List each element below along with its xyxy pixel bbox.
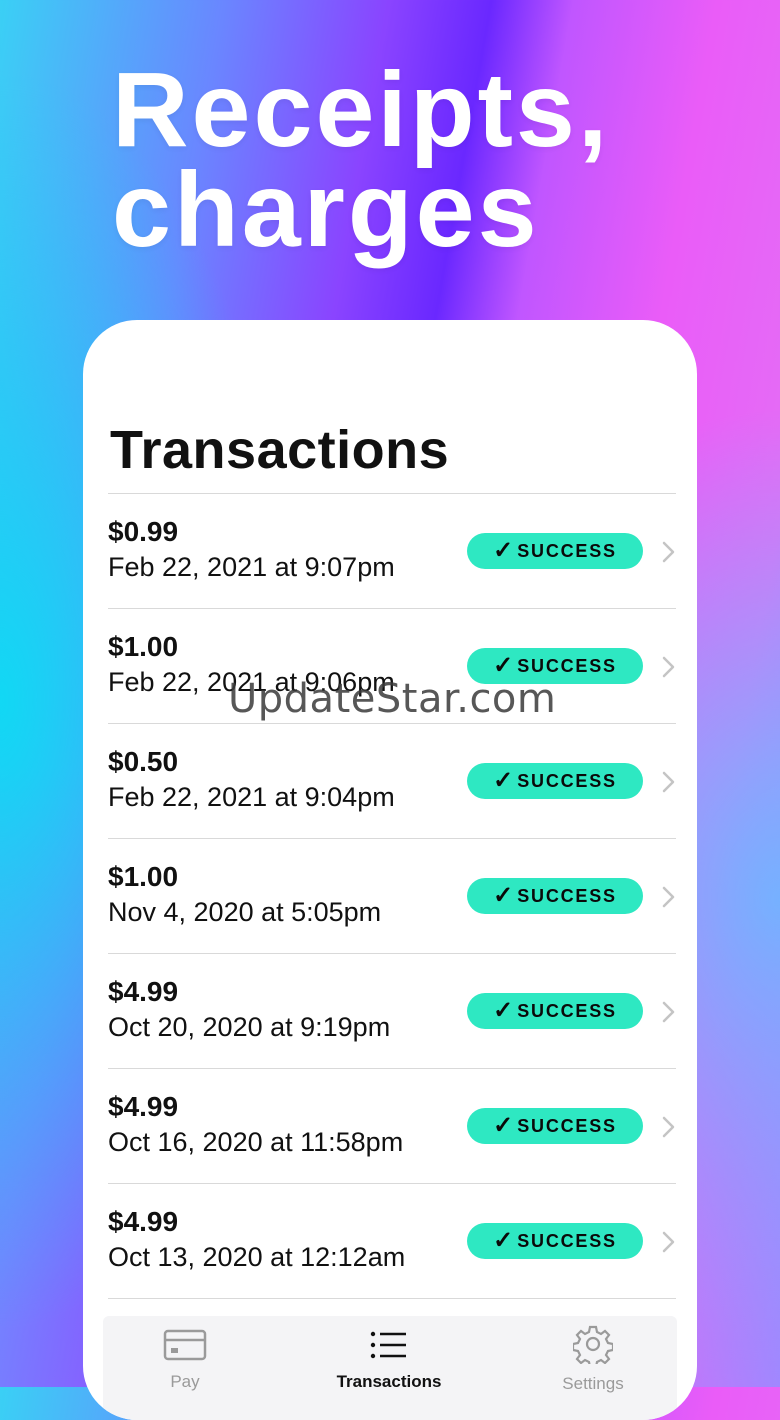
phone-screen-card: Transactions $0.99 Feb 22, 2021 at 9:07p… bbox=[83, 320, 697, 1420]
transaction-amount: $4.99 bbox=[108, 1091, 179, 1122]
transaction-amount: $4.99 bbox=[108, 976, 179, 1007]
transaction-amount: $1.00 bbox=[108, 631, 179, 662]
tab-label: Settings bbox=[562, 1374, 624, 1393]
checkmark-icon: ✓ bbox=[493, 1112, 514, 1139]
list-icon bbox=[370, 1331, 406, 1359]
checkmark-icon: ✓ bbox=[493, 997, 514, 1024]
status-label: SUCCESS bbox=[517, 885, 617, 906]
chevron-right-icon bbox=[662, 541, 675, 563]
transaction-amount: $0.50 bbox=[108, 746, 179, 777]
credit-card-icon bbox=[163, 1329, 207, 1361]
status-label: SUCCESS bbox=[517, 1115, 617, 1136]
status-badge: ✓ SUCCESS bbox=[467, 993, 643, 1029]
chevron-right-icon bbox=[662, 1116, 675, 1138]
bottom-tab-bar: Pay Transactions Settings bbox=[103, 1316, 677, 1420]
status-badge: ✓ SUCCESS bbox=[467, 1108, 643, 1144]
tab-transactions[interactable]: Transactions bbox=[319, 1328, 459, 1392]
transaction-amount: $4.99 bbox=[108, 1206, 179, 1237]
transaction-date: Oct 20, 2020 at 9:19pm bbox=[108, 1012, 391, 1042]
tab-settings[interactable]: Settings bbox=[523, 1325, 663, 1394]
transaction-row[interactable]: $4.99 Oct 13, 2020 at 12:12am ✓ SUCCESS bbox=[108, 1184, 676, 1299]
status-label: SUCCESS bbox=[517, 540, 617, 561]
transaction-date: Feb 22, 2021 at 9:04pm bbox=[108, 782, 395, 812]
transaction-row[interactable]: $4.99 Oct 20, 2020 at 9:19pm ✓ SUCCESS bbox=[108, 954, 676, 1069]
status-label: SUCCESS bbox=[517, 1230, 617, 1251]
tab-label: Transactions bbox=[336, 1372, 442, 1391]
headline-line-1: Receipts, bbox=[112, 51, 611, 169]
chevron-right-icon bbox=[662, 886, 675, 908]
status-badge: ✓ SUCCESS bbox=[467, 878, 643, 914]
chevron-right-icon bbox=[662, 1231, 675, 1253]
transaction-row[interactable]: $0.99 Feb 22, 2021 at 9:07pm ✓ SUCCESS bbox=[108, 494, 676, 609]
status-badge: ✓ SUCCESS bbox=[467, 533, 643, 569]
status-label: SUCCESS bbox=[517, 655, 617, 676]
headline-line-2: charges bbox=[112, 151, 540, 269]
checkmark-icon: ✓ bbox=[493, 537, 514, 564]
transaction-row[interactable]: $1.00 Nov 4, 2020 at 5:05pm ✓ SUCCESS bbox=[108, 839, 676, 954]
transaction-amount: $0.99 bbox=[108, 516, 179, 547]
gear-icon bbox=[573, 1325, 613, 1364]
checkmark-icon: ✓ bbox=[493, 767, 514, 794]
chevron-right-icon bbox=[662, 656, 675, 678]
promo-headline: Receipts, charges bbox=[112, 51, 611, 269]
transaction-date: Oct 13, 2020 at 12:12am bbox=[108, 1242, 406, 1272]
status-badge: ✓ SUCCESS bbox=[467, 1223, 643, 1259]
transaction-row[interactable]: $0.50 Feb 22, 2021 at 9:04pm ✓ SUCCESS bbox=[108, 724, 676, 839]
status-badge: ✓ SUCCESS bbox=[467, 763, 643, 799]
watermark: UpdateStar.com bbox=[228, 676, 557, 722]
transaction-date: Oct 16, 2020 at 11:58pm bbox=[108, 1127, 404, 1157]
checkmark-icon: ✓ bbox=[493, 882, 514, 909]
transaction-date: Feb 22, 2021 at 9:07pm bbox=[108, 552, 395, 582]
checkmark-icon: ✓ bbox=[493, 1227, 514, 1254]
transaction-row[interactable]: $4.99 Oct 16, 2020 at 11:58pm ✓ SUCCESS bbox=[108, 1069, 676, 1184]
checkmark-icon: ✓ bbox=[493, 652, 514, 679]
status-label: SUCCESS bbox=[517, 770, 617, 791]
transactions-list: $0.99 Feb 22, 2021 at 9:07pm ✓ SUCCESS $… bbox=[108, 493, 676, 1299]
page-title: Transactions bbox=[110, 420, 450, 480]
transaction-amount: $1.00 bbox=[108, 861, 179, 892]
tab-pay[interactable]: Pay bbox=[115, 1328, 255, 1392]
status-label: SUCCESS bbox=[517, 1000, 617, 1021]
chevron-right-icon bbox=[662, 1001, 675, 1023]
tab-label: Pay bbox=[170, 1372, 200, 1391]
transaction-date: Nov 4, 2020 at 5:05pm bbox=[108, 897, 382, 927]
chevron-right-icon bbox=[662, 771, 675, 793]
